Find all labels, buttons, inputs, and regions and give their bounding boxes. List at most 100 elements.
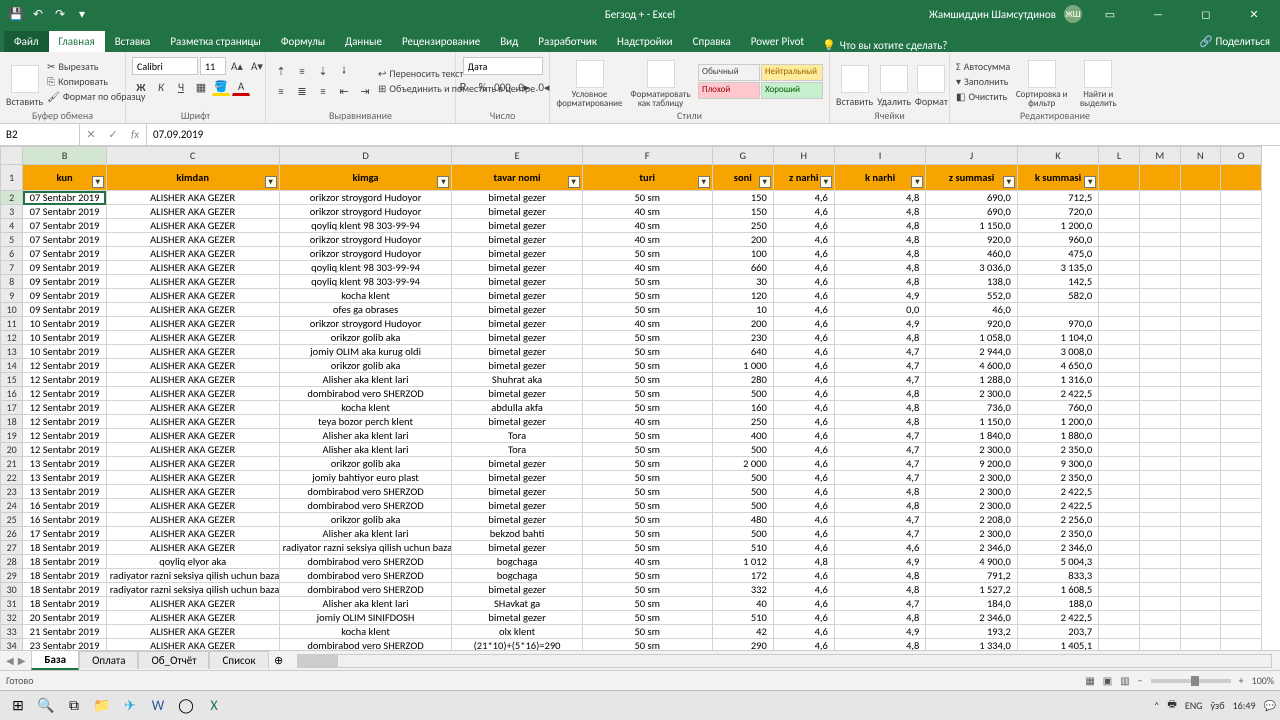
grid-cell[interactable]: 50 sm bbox=[582, 289, 712, 303]
grid-cell[interactable]: 50 sm bbox=[582, 359, 712, 373]
row-header[interactable]: 32 bbox=[1, 611, 23, 625]
grid-cell[interactable]: 736,0 bbox=[926, 401, 1018, 415]
grid-cell[interactable]: bimetal gezer bbox=[452, 387, 582, 401]
grid-cell[interactable]: 40 sm bbox=[582, 317, 712, 331]
new-sheet-button[interactable]: ⊕ bbox=[269, 654, 289, 667]
grid-cell[interactable]: Shuhrat aka bbox=[452, 373, 582, 387]
share-button[interactable]: 🔗 Поделиться bbox=[1189, 31, 1280, 52]
grid-cell[interactable]: 50 sm bbox=[582, 191, 712, 205]
grid-cell[interactable]: 4,6 bbox=[773, 233, 834, 247]
grid-cell[interactable]: 970,0 bbox=[1017, 317, 1098, 331]
grid-cell[interactable]: 920,0 bbox=[926, 317, 1018, 331]
font-size-combo[interactable] bbox=[200, 57, 226, 75]
col-header[interactable]: K bbox=[1017, 147, 1098, 165]
grid-cell[interactable]: 4,9 bbox=[834, 555, 926, 569]
grid-cell[interactable]: 510 bbox=[712, 541, 773, 555]
grid-cell[interactable]: bimetal gezer bbox=[452, 611, 582, 625]
grid-cell[interactable]: ALISHER AKA GEZER bbox=[106, 275, 279, 289]
grid-cell[interactable]: 2 422,5 bbox=[1017, 485, 1098, 499]
grid-cell[interactable]: orikzor golib aka bbox=[279, 331, 452, 345]
tray-kbd[interactable]: ўзб bbox=[1211, 699, 1225, 712]
grid-cell[interactable]: 4,8 bbox=[834, 569, 926, 583]
grid-cell[interactable]: 4,6 bbox=[773, 485, 834, 499]
grid-cell[interactable]: jomiy bahtiyor euro plast bbox=[279, 471, 452, 485]
action-center-icon[interactable]: 💬 bbox=[1264, 699, 1276, 712]
row-header[interactable]: 10 bbox=[1, 303, 23, 317]
grid-cell[interactable]: ALISHER AKA GEZER bbox=[106, 611, 279, 625]
grid-cell[interactable]: bimetal gezer bbox=[452, 345, 582, 359]
row-header[interactable]: 12 bbox=[1, 331, 23, 345]
grid-cell[interactable]: 12 Sentabr 2019 bbox=[23, 443, 106, 457]
grid-cell[interactable]: 480 bbox=[712, 513, 773, 527]
grid-cell[interactable]: 250 bbox=[712, 219, 773, 233]
grid-cell[interactable]: 4,6 bbox=[773, 261, 834, 275]
grid-cell[interactable]: qoyliq klent 98 303-99-94 bbox=[279, 261, 452, 275]
grid-cell[interactable]: ALISHER AKA GEZER bbox=[106, 345, 279, 359]
grid-cell[interactable]: SHavkat ga bbox=[452, 597, 582, 611]
sheet-tab-baza[interactable]: База bbox=[31, 650, 79, 670]
grid-cell[interactable]: orikzor stroygord Hudoyor bbox=[279, 191, 452, 205]
row-header[interactable]: 30 bbox=[1, 583, 23, 597]
row-header[interactable]: 29 bbox=[1, 569, 23, 583]
grid-cell[interactable]: 500 bbox=[712, 443, 773, 457]
comma-icon[interactable]: 000 bbox=[494, 78, 512, 96]
grid-cell[interactable]: 172 bbox=[712, 569, 773, 583]
grid-cell[interactable]: bimetal gezer bbox=[452, 289, 582, 303]
grid-cell[interactable]: radiyator razni seksiya qilish uchun baz… bbox=[279, 541, 452, 555]
search-icon[interactable]: 🔍 bbox=[32, 692, 60, 720]
grid-cell[interactable]: 1 150,0 bbox=[926, 415, 1018, 429]
grid-cell[interactable]: 4,6 bbox=[773, 191, 834, 205]
grid-cell[interactable]: 1 288,0 bbox=[926, 373, 1018, 387]
grid-cell[interactable]: 40 sm bbox=[582, 555, 712, 569]
grid-cell[interactable]: 4,6 bbox=[773, 471, 834, 485]
grid-cell[interactable]: bimetal gezer bbox=[452, 205, 582, 219]
style-bad[interactable]: Плохой bbox=[698, 82, 760, 99]
grid-cell[interactable]: bimetal gezer bbox=[452, 219, 582, 233]
grid-cell[interactable]: ALISHER AKA GEZER bbox=[106, 625, 279, 639]
grid-cell[interactable]: 4,6 bbox=[773, 289, 834, 303]
redo-icon[interactable]: ↷ bbox=[50, 4, 70, 24]
grid-cell[interactable]: 50 sm bbox=[582, 611, 712, 625]
grid-cell[interactable]: 50 sm bbox=[582, 639, 712, 651]
worksheet-area[interactable]: BCDEFGHIJKLMNO1kun▾kimdan▾kimga▾tavar no… bbox=[0, 146, 1280, 650]
grid-cell[interactable]: 184,0 bbox=[926, 597, 1018, 611]
table-header-cell[interactable]: kimga▾ bbox=[279, 165, 452, 191]
grid-cell[interactable]: 21 Sentabr 2019 bbox=[23, 625, 106, 639]
filter-icon[interactable]: ▾ bbox=[437, 176, 449, 188]
zoom-level[interactable]: 100% bbox=[1252, 674, 1274, 687]
row-header[interactable]: 33 bbox=[1, 625, 23, 639]
grid-cell[interactable]: Alisher aka klent lari bbox=[279, 597, 452, 611]
grid-cell[interactable]: ALISHER AKA GEZER bbox=[106, 597, 279, 611]
tg-icon[interactable]: ✈ bbox=[116, 692, 144, 720]
grid-cell[interactable]: 07 Sentabr 2019 bbox=[23, 233, 106, 247]
grid-cell[interactable]: 2 300,0 bbox=[926, 485, 1018, 499]
grid-cell[interactable]: 203,7 bbox=[1017, 625, 1098, 639]
grid-cell[interactable]: 1 880,0 bbox=[1017, 429, 1098, 443]
explorer-icon[interactable]: 📁 bbox=[88, 692, 116, 720]
grid-cell[interactable]: 188,0 bbox=[1017, 597, 1098, 611]
row-header[interactable]: 24 bbox=[1, 499, 23, 513]
grid-cell[interactable]: 4,6 bbox=[773, 345, 834, 359]
grid-cell[interactable]: 4,7 bbox=[834, 443, 926, 457]
grid-cell[interactable]: 12 Sentabr 2019 bbox=[23, 387, 106, 401]
grid-cell[interactable]: 4,7 bbox=[834, 359, 926, 373]
grid-cell[interactable]: 50 sm bbox=[582, 275, 712, 289]
tell-me[interactable]: 💡Что вы хотите сделать? bbox=[822, 39, 947, 52]
grid-cell[interactable]: 07 Sentabr 2019 bbox=[23, 191, 106, 205]
orientation-icon[interactable]: ⭭ bbox=[335, 62, 353, 80]
col-header[interactable]: G bbox=[712, 147, 773, 165]
underline-icon[interactable]: Ч bbox=[172, 78, 190, 96]
tab-file[interactable]: Файл bbox=[4, 31, 49, 52]
grid-cell[interactable]: 1 527,2 bbox=[926, 583, 1018, 597]
col-header[interactable]: D bbox=[279, 147, 452, 165]
tab-home[interactable]: Главная bbox=[49, 31, 105, 52]
grid-cell[interactable]: 3 008,0 bbox=[1017, 345, 1098, 359]
grid-cell[interactable]: ALISHER AKA GEZER bbox=[106, 373, 279, 387]
grid-cell[interactable]: kocha klent bbox=[279, 401, 452, 415]
grid-cell[interactable]: 09 Sentabr 2019 bbox=[23, 275, 106, 289]
font-name-combo[interactable] bbox=[132, 57, 198, 75]
start-icon[interactable]: ⊞ bbox=[4, 692, 32, 720]
grid-cell[interactable]: 1 200,0 bbox=[1017, 415, 1098, 429]
tab-powerpivot[interactable]: Power Pivot bbox=[741, 31, 814, 52]
grid-cell[interactable]: 4,6 bbox=[773, 247, 834, 261]
